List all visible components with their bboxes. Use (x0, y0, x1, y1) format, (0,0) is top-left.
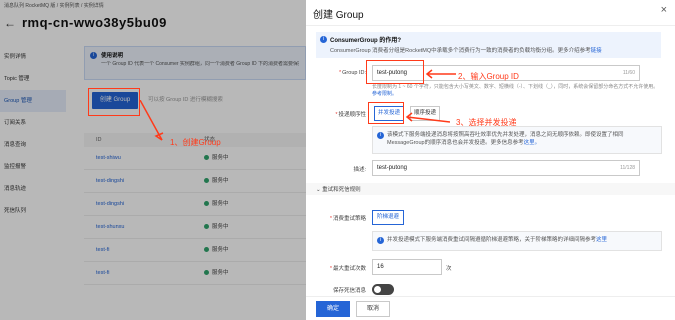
info-link[interactable]: 链接 (591, 48, 602, 54)
consumer-group-info-box: i ConsumerGroup 的作用? ConsumerGroup 消费者分组… (316, 32, 661, 58)
delivery-note-text: 该模式下服务端投递消息将按照高吞吐效率优先并发处理，消息之间无顺序依赖。即使设置… (387, 132, 624, 146)
description-count: 11/128 (620, 165, 635, 171)
annotation-step3: 3、选择并发投递 (456, 118, 517, 127)
drawer-body: i ConsumerGroup 的作用? ConsumerGroup 消费者分组… (306, 26, 675, 296)
step-backoff-option[interactable]: 阶梯退避 (372, 210, 404, 225)
cancel-button[interactable]: 取消 (356, 301, 390, 317)
info-icon: i (320, 36, 327, 43)
annotation-step2: 2、输入Group ID (458, 72, 519, 81)
close-icon[interactable]: × (661, 5, 667, 16)
description-label: 描述: (353, 167, 366, 173)
retry-policy-note: i 并发投递模式下服务端消费重试间隔遵循阶梯退避策略，关于阶梯策略的详细间隔参考… (372, 231, 662, 251)
group-id-hint-link[interactable]: 参考限制。 (372, 91, 397, 97)
instance-detail-page: 消息队列 RocketMQ 版 / 实例列表 / 实例详情 ← rmq-cn-w… (0, 0, 306, 320)
drawer-title: 创建 Group (313, 10, 364, 21)
retry-policy-label: *消费重试策略 (329, 216, 366, 222)
drawer-footer: 确定 取消 (306, 296, 675, 320)
annotation-box-create-group (88, 88, 140, 116)
max-retry-input[interactable]: 16 (372, 259, 442, 275)
annotation-step1: 1、创建Group (170, 138, 221, 147)
info-icon: i (377, 237, 384, 244)
retry-policy-note-text: 并发投递模式下服务端消费重试间隔遵循阶梯退避策略，关于阶梯策略的详细间隔参考这里 (387, 237, 608, 243)
delivery-order-label: *投递顺序性 (335, 112, 366, 118)
retry-section-header[interactable]: ⌄ 重试和死信规则 (306, 183, 675, 195)
group-id-count: 11/60 (622, 70, 635, 76)
annotation-box-group-id (366, 60, 424, 84)
retry-policy-note-link[interactable]: 这里 (596, 237, 607, 243)
delivery-note: i 该模式下服务端投递消息将按照高吞吐效率优先并发处理，消息之间无顺序依赖。即使… (372, 126, 662, 154)
annotation-box-concurrent (368, 102, 404, 124)
delivery-note-link[interactable]: 这里。 (524, 140, 541, 146)
annotation-arrow-3 (405, 112, 450, 123)
description-value: test-putong (377, 165, 408, 171)
info-icon: i (377, 132, 384, 139)
group-id-label: *Group ID: (339, 70, 366, 76)
group-id-hint: 长度限制为 1 ~ 60 个字符，只能包含大小写英文、数字、短横线（-）、下划线… (372, 84, 659, 97)
create-group-drawer: 创建 Group × i ConsumerGroup 的作用? Consumer… (306, 0, 675, 320)
annotation-arrow-2 (425, 69, 456, 79)
max-retry-unit: 次 (446, 266, 452, 272)
max-retry-label: *最大重试次数 (329, 266, 366, 272)
description-input[interactable]: test-putong 11/128 (372, 160, 640, 176)
drawer-header: 创建 Group × (306, 0, 675, 26)
consumer-group-info-title: ConsumerGroup 的作用? (330, 38, 402, 44)
dead-letter-label: 保存死信消息 (332, 288, 366, 294)
retry-section-title: ⌄ 重试和死信规则 (316, 187, 361, 193)
modal-overlay[interactable] (0, 0, 306, 320)
consumer-group-info-body: ConsumerGroup 消费者分组是RocketMQ中承载多个消费行为一致的… (330, 48, 602, 54)
dead-letter-toggle[interactable] (372, 284, 394, 295)
confirm-button[interactable]: 确定 (316, 301, 350, 317)
